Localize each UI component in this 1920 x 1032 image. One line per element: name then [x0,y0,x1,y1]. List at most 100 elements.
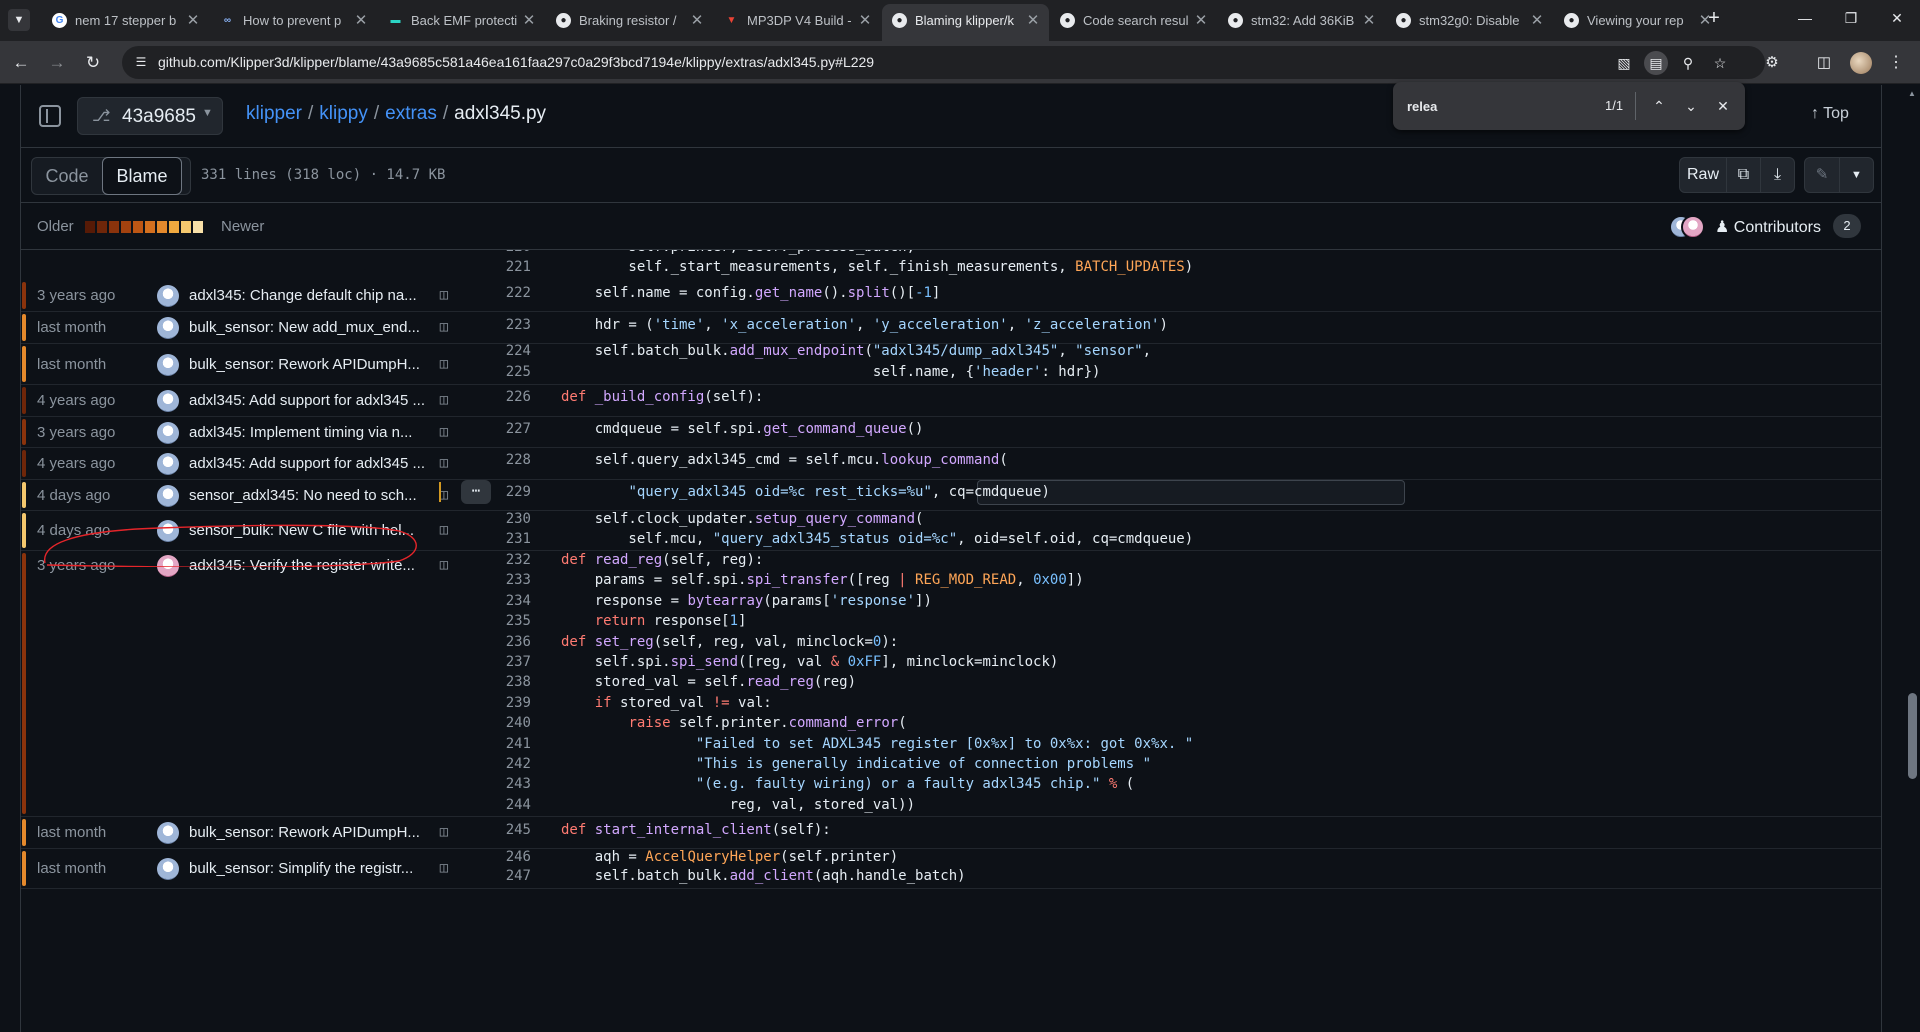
reload-button[interactable]: ↻ [80,50,106,76]
maximize-button[interactable]: ❐ [1828,0,1874,36]
raw-button[interactable]: Raw [1679,157,1727,193]
line-number[interactable]: 247 [461,864,531,889]
avatar[interactable] [157,390,179,412]
commit-message-link[interactable]: sensor_adxl345: No need to sch... [189,487,425,504]
tab-blame[interactable]: Blame [102,157,182,195]
tab-close-icon[interactable]: ✕ [1529,6,1545,35]
avatar[interactable] [157,453,179,475]
browser-tab[interactable]: ● Blaming klipper/k ✕ [882,4,1049,41]
scrollbar-thumb[interactable] [1908,693,1917,779]
tab-close-icon[interactable]: ✕ [1025,4,1041,37]
tab-code[interactable]: Code [32,158,102,194]
file-tree-toggle-icon[interactable] [39,105,61,127]
reblame-icon[interactable]: ◫ [433,487,455,505]
reblame-icon[interactable]: ◫ [433,522,455,540]
tab-close-icon[interactable]: ✕ [689,6,705,35]
avatar[interactable] [157,285,179,307]
line-number[interactable]: 244 [461,793,531,818]
browser-menu-icon[interactable]: ⋮ [1886,50,1906,76]
forward-button[interactable]: → [44,50,70,76]
commit-message-link[interactable]: adxl345: Add support for adxl345 ... [189,455,425,472]
avatar[interactable] [157,858,179,880]
commit-message-link[interactable]: bulk_sensor: Rework APIDumpH... [189,824,425,841]
commit-message-link[interactable]: bulk_sensor: Simplify the registr... [189,860,425,877]
install-app-icon[interactable]: ▧ [1612,51,1636,75]
bookmark-star-icon[interactable]: ☆ [1708,51,1732,75]
tab-close-icon[interactable]: ✕ [1361,6,1377,35]
avatar[interactable] [157,822,179,844]
avatar[interactable] [157,485,179,507]
reblame-icon[interactable]: ◫ [433,392,455,410]
reblame-icon[interactable]: ◫ [433,455,455,473]
line-number[interactable]: 223 [461,313,531,338]
tab-close-icon[interactable]: ✕ [857,6,873,35]
avatar[interactable] [157,354,179,376]
contributor-avatars[interactable] [1669,215,1705,239]
copy-raw-button[interactable]: ⧉ [1727,157,1761,193]
download-button[interactable]: ⤓ [1761,157,1795,193]
browser-tab[interactable]: ● Braking resistor / ✕ [546,6,713,35]
line-number[interactable]: 228 [461,448,531,473]
find-previous-button[interactable]: ⌃ [1647,94,1671,118]
line-number[interactable]: 227 [461,417,531,442]
top-button[interactable]: ↑ Top [1811,105,1849,123]
line-number[interactable]: 221 [461,255,531,280]
avatar[interactable] [157,422,179,444]
address-bar[interactable]: ☰ github.com/Klipper3d/klipper/blame/43a… [122,46,1765,79]
commit-message-link[interactable]: bulk_sensor: Rework APIDumpH... [189,356,425,373]
branch-selector-button[interactable]: ⎇ 43a9685 ▼ [77,97,223,135]
side-panel-icon[interactable]: ◫ [1811,50,1837,76]
edit-button[interactable]: ✎ [1804,157,1840,193]
browser-tab[interactable]: ▬ Back EMF protecti ✕ [378,6,545,35]
tab-close-icon[interactable]: ✕ [1193,6,1209,35]
avatar[interactable] [157,520,179,542]
minimize-button[interactable]: — [1782,0,1828,36]
reblame-icon[interactable]: ◫ [433,860,455,878]
browser-tab[interactable]: Gnem 17 stepper b ✕ [42,6,209,35]
line-number[interactable]: 225 [461,360,531,385]
commit-message-link[interactable]: bulk_sensor: New add_mux_end... [189,319,425,336]
browser-tab[interactable]: ● Code search resul ✕ [1050,6,1217,35]
scroll-up-arrow-icon[interactable]: ▲ [1908,89,1916,98]
commit-message-link[interactable]: adxl345: Verify the register write... [189,557,425,574]
line-number[interactable]: 245 [461,818,531,843]
line-number[interactable]: 222 [461,281,531,306]
breadcrumb-repo-link[interactable]: klipper [246,103,302,124]
reblame-icon[interactable]: ◫ [433,557,455,575]
avatar[interactable] [157,317,179,339]
more-edit-options-button[interactable]: ▼ [1840,157,1874,193]
avatar[interactable] [157,555,179,577]
line-options-button[interactable]: ⋯ [461,480,491,504]
tab-close-icon[interactable]: ✕ [185,6,201,35]
reblame-icon[interactable]: ◫ [433,356,455,374]
browser-tab[interactable]: ● stm32: Add 36KiB ✕ [1218,6,1385,35]
back-button[interactable]: ← [8,50,34,76]
commit-message-link[interactable]: sensor_bulk: New C file with hel... [189,522,425,539]
breadcrumb-extras-link[interactable]: extras [385,103,437,124]
find-input[interactable] [1407,97,1567,115]
find-in-page-icon[interactable]: ▤ [1644,51,1668,75]
find-close-button[interactable]: ✕ [1711,94,1735,118]
reblame-icon[interactable]: ◫ [433,287,455,305]
tab-close-icon[interactable]: ✕ [353,6,369,35]
browser-tab[interactable]: ● stm32g0: Disable ✕ [1386,6,1553,35]
window-close-button[interactable]: ✕ [1874,0,1920,36]
reblame-icon[interactable]: ◫ [433,824,455,842]
contributors-link[interactable]: ♟ Contributors [1715,217,1821,237]
profile-avatar[interactable] [1850,52,1872,74]
reblame-icon[interactable]: ◫ [433,424,455,442]
site-info-icon[interactable]: ☰ [132,53,150,71]
browser-tab[interactable]: ▼ MP3DP V4 Build - ✕ [714,6,881,35]
commit-message-link[interactable]: adxl345: Implement timing via n... [189,424,425,441]
url-text[interactable]: github.com/Klipper3d/klipper/blame/43a96… [158,54,874,70]
browser-tab[interactable]: ● Viewing your rep ✕ [1554,6,1721,35]
browser-tab[interactable]: ∞ How to prevent p ✕ [210,6,377,35]
breadcrumb-klippy-link[interactable]: klippy [319,103,368,124]
extensions-icon[interactable]: ⚙ [1759,50,1785,76]
commit-message-link[interactable]: adxl345: Change default chip na... [189,287,425,304]
line-number[interactable]: 226 [461,385,531,410]
find-next-button[interactable]: ⌄ [1679,94,1703,118]
new-tab-button[interactable]: + [1702,7,1726,31]
reblame-icon[interactable]: ◫ [433,319,455,337]
tab-search-button[interactable]: ▼ [8,9,30,31]
